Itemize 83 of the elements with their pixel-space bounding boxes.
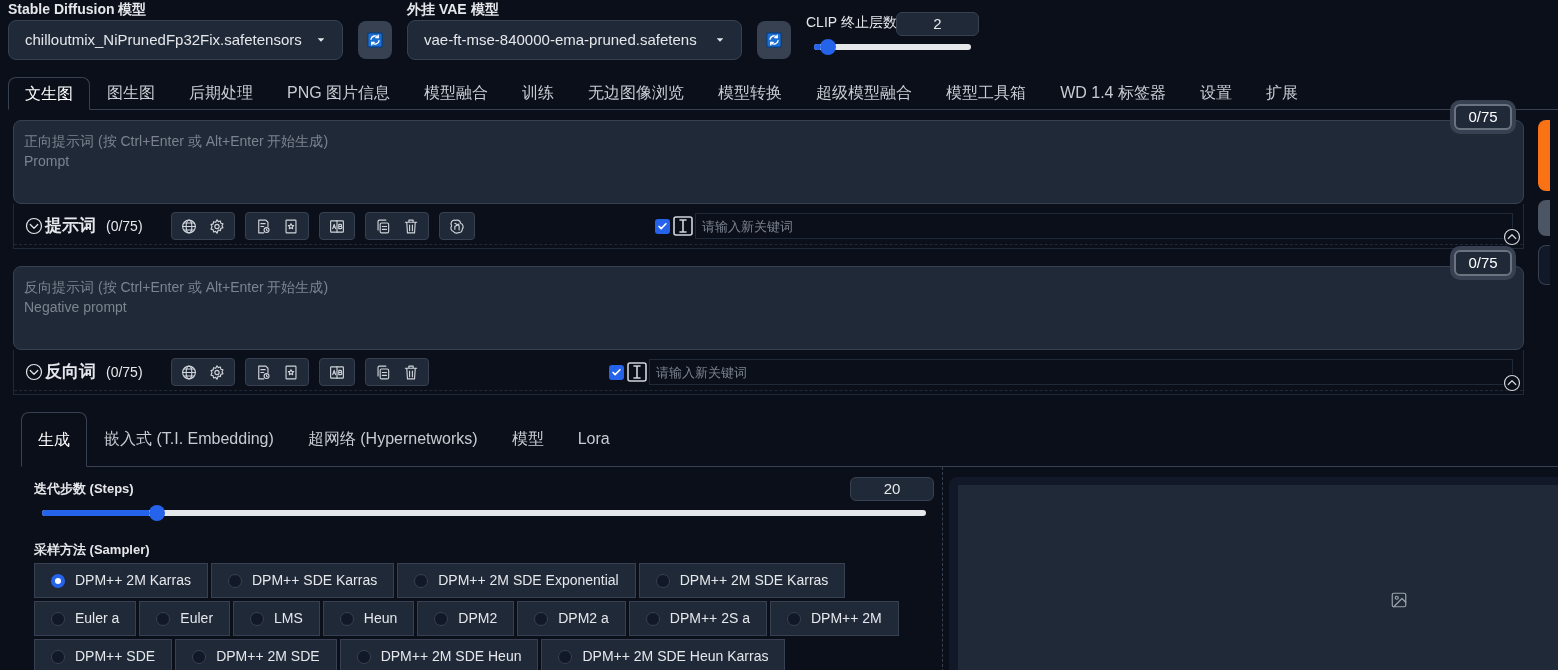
tab[interactable]: PNG 图片信息 xyxy=(270,76,408,109)
tab[interactable]: 超网络 (Hypernetworks) xyxy=(290,411,495,466)
check-icon xyxy=(657,220,668,232)
check-icon xyxy=(611,366,622,378)
radio-button[interactable] xyxy=(339,611,354,626)
radio-button[interactable] xyxy=(51,611,65,626)
side-button[interactable] xyxy=(1538,120,1550,191)
text-cursor-icon[interactable] xyxy=(673,216,693,236)
radio-button[interactable] xyxy=(51,573,65,588)
field-label: Stable Diffusion 模型 xyxy=(8,1,148,19)
refresh-button[interactable] xyxy=(358,21,392,59)
expand-icon[interactable] xyxy=(1503,228,1521,246)
radio-option[interactable]: DPM++ 2M xyxy=(769,601,899,636)
radio-option[interactable]: DPM++ 2S a xyxy=(628,601,767,636)
radio-option[interactable]: DPM++ SDE Karras xyxy=(210,563,395,598)
radio-option[interactable]: DPM++ 2M SDE Karras xyxy=(638,563,846,598)
number-field[interactable]: 20 xyxy=(850,477,934,501)
radio-option[interactable]: DPM++ 2M SDE Heun xyxy=(339,639,539,670)
radio-button[interactable] xyxy=(534,611,549,626)
field-label: 外挂 VAE 模型 xyxy=(407,1,500,19)
slider-thumb[interactable] xyxy=(148,505,165,521)
tab[interactable]: 模型工具箱 xyxy=(929,76,1044,109)
radio-option[interactable]: DPM++ 2M SDE Exponential xyxy=(397,563,636,598)
token-count: (0/75) xyxy=(106,216,144,236)
radio-option[interactable]: DPM++ 2M Karras xyxy=(34,563,208,598)
radio-option[interactable]: DPM++ 2M SDE xyxy=(175,639,337,670)
radio-button[interactable] xyxy=(655,573,670,588)
tab[interactable]: 模型融合 xyxy=(407,76,506,109)
tab[interactable]: 图生图 xyxy=(90,76,172,109)
tab[interactable]: 扩展 xyxy=(1248,76,1315,109)
radio-option[interactable]: DPM2 a xyxy=(517,601,626,636)
radio-option[interactable]: DPM++ 2M SDE Heun Karras xyxy=(541,639,786,670)
refresh-button[interactable] xyxy=(757,21,791,59)
radio-option[interactable]: Euler xyxy=(139,601,231,636)
radio-option[interactable]: Heun xyxy=(322,601,415,636)
radio-button[interactable] xyxy=(250,611,265,626)
checkbox[interactable] xyxy=(655,218,670,234)
radio-option[interactable]: DPM2 xyxy=(417,601,515,636)
keyword-field[interactable]: 请输入新关键词 xyxy=(649,359,1513,385)
image-icon xyxy=(1389,591,1408,609)
tab[interactable]: 嵌入式 (T.I. Embedding) xyxy=(87,411,291,466)
slider-thumb[interactable] xyxy=(820,39,837,55)
tab[interactable]: 模型转换 xyxy=(701,76,800,109)
collapse-icon[interactable] xyxy=(25,217,43,235)
radio-button[interactable] xyxy=(227,573,242,588)
radio-option[interactable]: DPM++ SDE xyxy=(34,639,173,670)
section-title: 提示词 xyxy=(45,215,96,238)
tab[interactable]: Lora xyxy=(560,411,627,466)
number-field[interactable]: 2 xyxy=(896,12,979,36)
model-dropdown[interactable]: vae-ft-mse-840000-ema-pruned.safetens xyxy=(407,20,742,60)
section-title: 反向词 xyxy=(45,361,96,384)
tab[interactable]: 训练 xyxy=(505,76,572,109)
tab[interactable]: 模型 xyxy=(494,411,561,466)
radio-button[interactable] xyxy=(192,649,207,664)
text-cursor-icon[interactable] xyxy=(627,362,647,382)
radio-button[interactable] xyxy=(414,573,429,588)
radio-button[interactable] xyxy=(786,611,801,626)
refresh-icon xyxy=(766,32,782,48)
tab[interactable]: 设置 xyxy=(1182,76,1249,109)
field-label: CLIP 终止层数 xyxy=(806,13,897,32)
radio-option[interactable]: Euler a xyxy=(34,601,137,636)
keyword-field[interactable]: 请输入新关键词 xyxy=(695,213,1513,239)
tab[interactable]: 生成 xyxy=(21,412,87,467)
tab[interactable]: 超级模型融合 xyxy=(799,76,930,109)
checkbox[interactable] xyxy=(609,364,624,380)
radio-button[interactable] xyxy=(356,649,371,664)
tab[interactable]: 无边图像浏览 xyxy=(571,76,702,109)
refresh-icon xyxy=(367,32,383,48)
expand-icon[interactable] xyxy=(1503,374,1521,392)
tab[interactable]: WD 1.4 标签器 xyxy=(1043,76,1183,109)
tab[interactable]: 文生图 xyxy=(8,77,90,110)
radio-option[interactable]: LMS xyxy=(233,601,320,636)
token-count: (0/75) xyxy=(106,362,144,382)
radio-button[interactable] xyxy=(156,611,171,626)
field-label: 采样方法 (Sampler) xyxy=(34,541,151,559)
radio-button[interactable] xyxy=(558,649,573,664)
radio-button[interactable] xyxy=(434,611,449,626)
field-label: 迭代步数 (Steps) xyxy=(34,480,134,499)
collapse-icon[interactable] xyxy=(25,363,43,381)
radio-button[interactable] xyxy=(51,649,65,664)
model-dropdown[interactable]: chilloutmix_NiPrunedFp32Fix.safetensors xyxy=(8,20,343,60)
radio-button[interactable] xyxy=(645,611,660,626)
tab[interactable]: 后期处理 xyxy=(172,76,270,109)
